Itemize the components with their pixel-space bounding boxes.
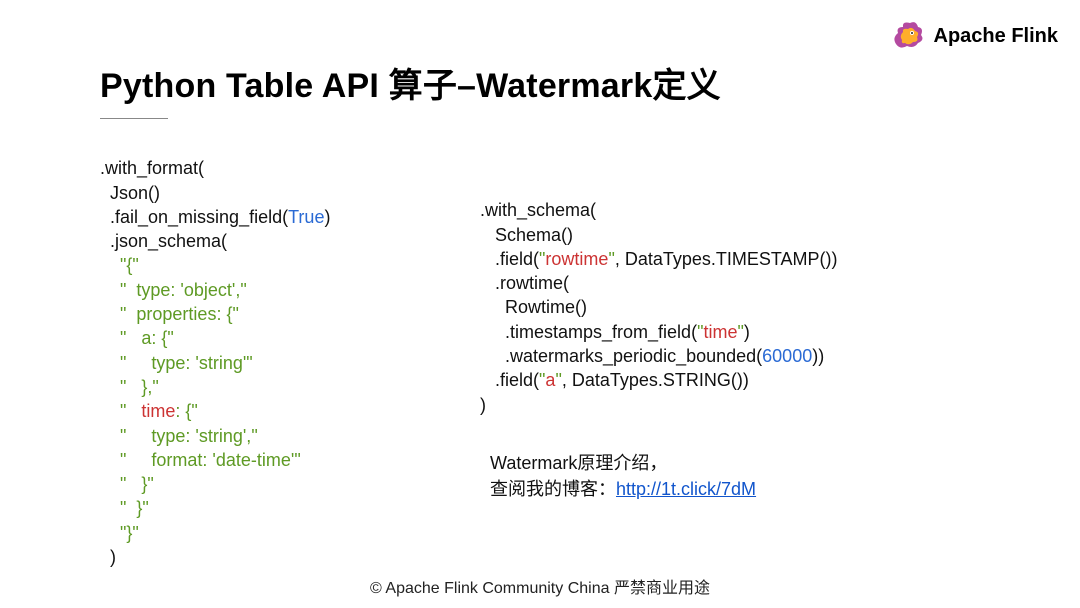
code-line: " }": [100, 498, 149, 518]
brand-bar: Apache Flink: [890, 18, 1058, 54]
a-field: a: [545, 370, 555, 390]
code-line: .json_schema(: [100, 231, 227, 251]
code-right: .with_schema( Schema() .field("rowtime",…: [480, 174, 838, 417]
code-line: .watermarks_periodic_bounded(60000)): [480, 346, 824, 366]
code-line: " time: {": [100, 401, 198, 421]
rowtime-field: rowtime: [545, 249, 608, 269]
title-underline: [100, 118, 168, 119]
time-field: time: [703, 322, 737, 342]
code-line: " a: {": [100, 328, 174, 348]
code-line: " },": [100, 377, 159, 397]
code-line: " }": [100, 474, 154, 494]
code-line: " type: 'string',": [100, 426, 258, 446]
code-line: " type: 'object',": [100, 280, 247, 300]
brand-text: Apache Flink: [934, 25, 1058, 48]
code-line: .field("rowtime", DataTypes.TIMESTAMP()): [480, 249, 838, 269]
code-line: " format: 'date-time'": [100, 450, 301, 470]
code-line: Rowtime(): [480, 297, 587, 317]
note-line2: 查阅我的博客：http://1t.click/7dM: [490, 476, 756, 502]
page-title: Python Table API 算子–Watermark定义: [100, 58, 721, 107]
code-line: .fail_on_missing_field(True): [100, 207, 330, 227]
time-key: time: [141, 401, 175, 421]
true-literal: True: [288, 207, 324, 227]
code-line: " type: 'string'": [100, 353, 253, 373]
code-line: .rowtime(: [480, 273, 569, 293]
footer-text: © Apache Flink Community China 严禁商业用途: [0, 574, 1080, 598]
code-line: "}": [100, 523, 139, 543]
watermark-note: Watermark原理介绍， 查阅我的博客：http://1t.click/7d…: [490, 450, 756, 502]
code-line: ): [100, 547, 116, 567]
code-line: .with_format(: [100, 158, 204, 178]
code-line: ): [480, 395, 486, 415]
flink-logo-icon: [890, 18, 926, 54]
code-line: Json(): [100, 183, 160, 203]
code-line: .with_schema(: [480, 200, 596, 220]
code-line: .timestamps_from_field("time"): [480, 322, 750, 342]
blog-link[interactable]: http://1t.click/7dM: [616, 479, 756, 499]
code-left: .with_format( Json() .fail_on_missing_fi…: [100, 132, 330, 569]
note-line1: Watermark原理介绍，: [490, 450, 756, 476]
code-line: Schema(): [480, 225, 573, 245]
code-line: .field("a", DataTypes.STRING()): [480, 370, 749, 390]
code-line: "{": [100, 255, 139, 275]
code-line: " properties: {": [100, 304, 239, 324]
watermark-bound: 60000: [762, 346, 812, 366]
